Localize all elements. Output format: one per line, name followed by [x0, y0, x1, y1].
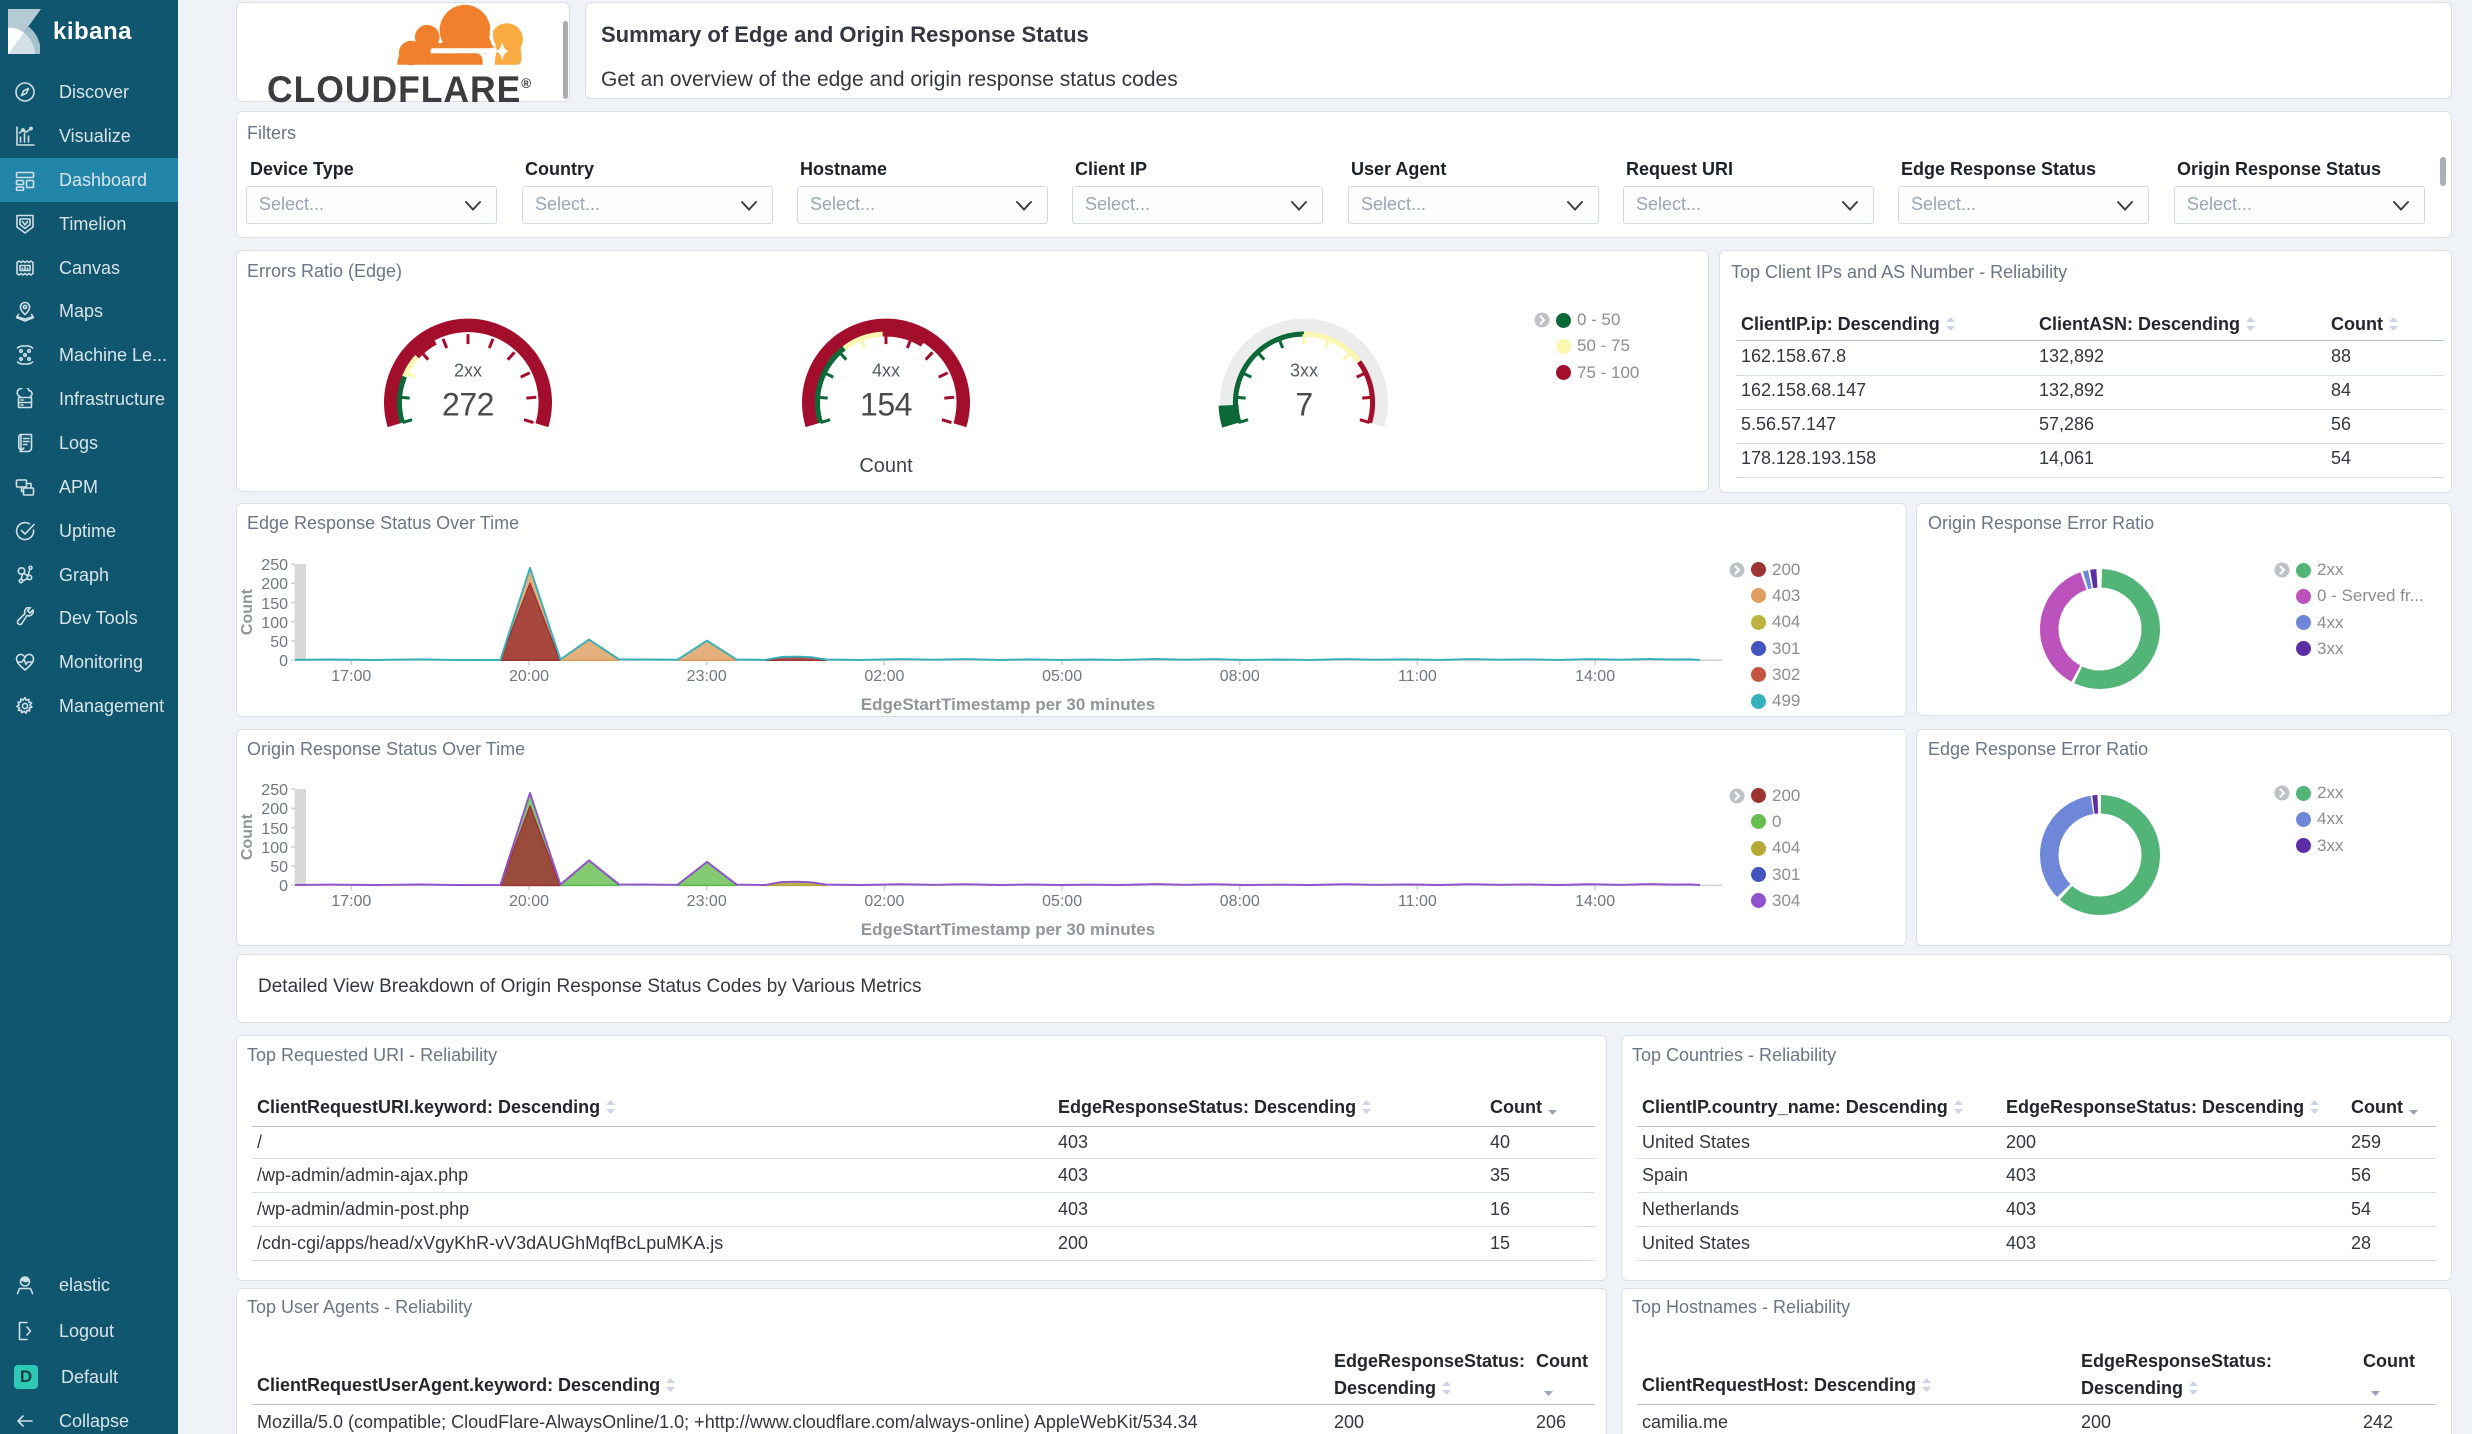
- svg-text:7: 7: [1295, 387, 1312, 423]
- svg-text:150: 150: [261, 821, 288, 838]
- svg-text:150: 150: [261, 596, 288, 613]
- svg-text:0: 0: [279, 653, 288, 670]
- svg-text:250: 250: [261, 557, 288, 574]
- svg-text:0: 0: [279, 878, 288, 895]
- svg-text:200: 200: [261, 576, 288, 593]
- svg-text:08:00: 08:00: [1220, 668, 1260, 685]
- svg-text:EdgeStartTimestamp per 30 minu: EdgeStartTimestamp per 30 minutes: [861, 695, 1155, 714]
- svg-text:200: 200: [261, 801, 288, 818]
- svg-text:20:00: 20:00: [509, 893, 549, 910]
- svg-text:14:00: 14:00: [1575, 893, 1615, 910]
- svg-text:08:00: 08:00: [1220, 893, 1260, 910]
- svg-text:05:00: 05:00: [1042, 668, 1082, 685]
- svg-text:3xx: 3xx: [1290, 361, 1318, 381]
- svg-text:17:00: 17:00: [331, 668, 371, 685]
- svg-text:23:00: 23:00: [687, 668, 727, 685]
- svg-text:20:00: 20:00: [509, 668, 549, 685]
- svg-text:154: 154: [860, 387, 912, 423]
- svg-text:Count: Count: [859, 455, 913, 477]
- svg-text:17:00: 17:00: [331, 893, 371, 910]
- svg-text:Count: Count: [239, 588, 256, 635]
- svg-text:23:00: 23:00: [687, 893, 727, 910]
- svg-text:100: 100: [261, 615, 288, 632]
- svg-text:4xx: 4xx: [872, 361, 900, 381]
- svg-text:EdgeStartTimestamp per 30 minu: EdgeStartTimestamp per 30 minutes: [861, 920, 1155, 939]
- svg-text:02:00: 02:00: [864, 668, 904, 685]
- svg-text:272: 272: [442, 387, 494, 423]
- svg-text:250: 250: [261, 782, 288, 799]
- svg-text:50: 50: [270, 859, 288, 876]
- svg-text:50: 50: [270, 634, 288, 651]
- svg-text:14:00: 14:00: [1575, 668, 1615, 685]
- svg-text:2xx: 2xx: [454, 361, 482, 381]
- svg-text:11:00: 11:00: [1398, 893, 1437, 910]
- svg-text:100: 100: [261, 840, 288, 857]
- svg-text:05:00: 05:00: [1042, 893, 1082, 910]
- svg-text:02:00: 02:00: [864, 893, 904, 910]
- svg-text:11:00: 11:00: [1398, 668, 1437, 685]
- svg-text:Count: Count: [239, 813, 256, 860]
